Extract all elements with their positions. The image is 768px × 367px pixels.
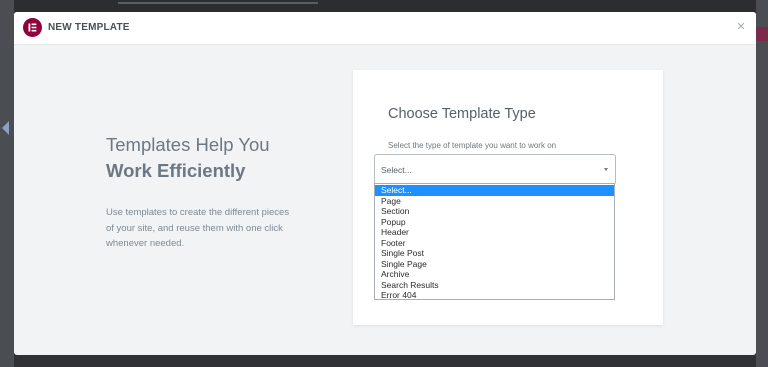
template-type-dropdown: Select... Page Section Popup Header Foot…: [374, 183, 615, 300]
dropdown-option[interactable]: Page: [375, 196, 614, 207]
intro-description: Use templates to create the different pi…: [106, 207, 290, 249]
dropdown-option[interactable]: Search Results: [375, 280, 614, 291]
select-value: Select...: [381, 165, 412, 175]
editor-right-accent: [756, 27, 768, 41]
intro-title: Templates Help You: [106, 134, 270, 155]
dropdown-option[interactable]: Error 404: [375, 290, 614, 301]
elementor-logo-icon: [23, 18, 42, 37]
close-icon[interactable]: ×: [734, 19, 748, 34]
template-type-label: Select the type of template you want to …: [388, 141, 557, 150]
editor-topbar-line: [118, 2, 318, 4]
panel-collapse-arrow-icon: [2, 121, 9, 135]
chevron-down-icon: [604, 168, 608, 171]
dropdown-option[interactable]: Single Post: [375, 248, 614, 259]
editor-left-panel: [0, 0, 14, 367]
intro-title-bold: Work Efficiently: [106, 160, 246, 181]
template-type-select[interactable]: Select...: [374, 154, 616, 185]
dropdown-option[interactable]: Select...: [375, 185, 614, 196]
modal-header: NEW TEMPLATE ×: [14, 12, 756, 45]
editor-right-panel: [756, 0, 768, 367]
dropdown-option[interactable]: Single Page: [375, 259, 614, 270]
dropdown-option[interactable]: Popup: [375, 217, 614, 228]
form-title: Choose Template Type: [388, 106, 536, 122]
dropdown-option[interactable]: Archive: [375, 269, 614, 280]
modal-title: NEW TEMPLATE: [48, 22, 130, 33]
dropdown-option[interactable]: Footer: [375, 238, 614, 249]
editor-topbar: [0, 0, 768, 12]
dropdown-option[interactable]: Header: [375, 227, 614, 238]
dropdown-option[interactable]: Section: [375, 206, 614, 217]
